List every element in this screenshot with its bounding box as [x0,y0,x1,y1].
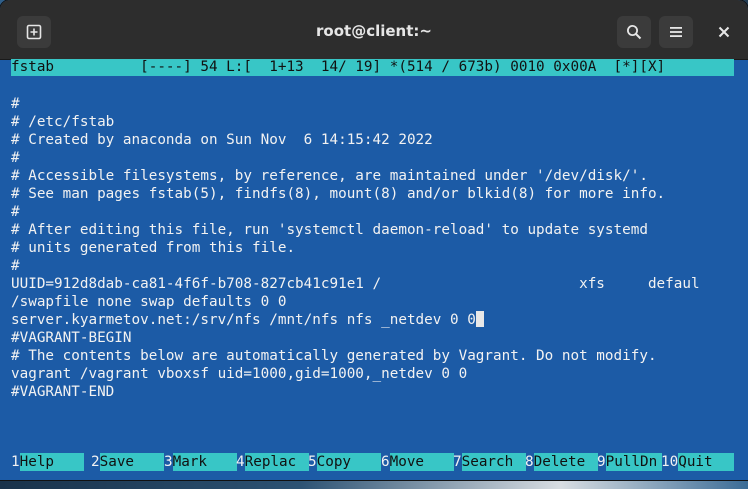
editor-status-line: fstab [----] 54 L:[ 1+13 14/ 19] *(514 /… [11,59,734,76]
editor-line-6[interactable]: # Accessible filesystems, by reference, … [11,167,648,185]
editor-line-11[interactable]: # [11,257,20,275]
current-line-text: server.kyarmetov.net:/srv/nfs /mnt/nfs n… [11,312,476,328]
editor-line-18[interactable]: #VAGRANT-END [11,383,114,401]
fkey-delete[interactable]: 8Delete [525,453,598,471]
fkey-copy[interactable]: 5Copy [308,453,381,471]
fkey-pulldown[interactable]: 9PullDn [597,453,662,471]
close-icon [718,26,730,38]
terminal-window: root@client:~ fstab [----] 54 L:[ 1+13 1… [0,0,748,480]
desktop-background-bottom [0,479,748,489]
fkey-save[interactable]: 2Save [91,453,164,471]
editor-line-13[interactable]: /swapfile none swap defaults 0 0 [11,293,286,311]
editor-line-15[interactable]: #VAGRANT-BEGIN [11,329,132,347]
text-cursor [475,311,484,327]
editor-line-17[interactable]: vagrant /vagrant vboxsf uid=1000,gid=100… [11,365,467,383]
editor-line-3[interactable]: # /etc/fstab [11,113,114,131]
editor-line-16[interactable]: # The contents below are automatically g… [11,347,657,365]
fkey-search[interactable]: 7Search [453,453,526,471]
fkey-quit[interactable]: 10Quit [661,453,735,471]
fkey-move[interactable]: 6Move [381,453,454,471]
close-button[interactable] [707,16,741,48]
titlebar: root@client:~ [0,0,748,60]
editor-line-7[interactable]: # See man pages fstab(5), findfs(8), mou… [11,185,665,203]
editor-line-14-current[interactable]: server.kyarmetov.net:/srv/nfs /mnt/nfs n… [11,311,484,329]
search-button[interactable] [617,16,651,48]
menu-button[interactable] [659,16,693,48]
editor-line-8[interactable]: # [11,203,20,221]
hamburger-menu-icon [670,27,682,37]
editor-line-5[interactable]: # [11,149,20,167]
editor-line-10[interactable]: # units generated from this file. [11,239,295,257]
fkey-replace[interactable]: 4Replac [236,453,309,471]
editor-line-12[interactable]: UUID=912d8dab-ca81-4f6f-b708-827cb41c91e… [11,275,700,293]
fkey-mark[interactable]: 3Mark [164,453,237,471]
function-key-bar: 1Help 2Save 3Mark 4Replac 5Copy 6Move 7S… [11,453,735,471]
terminal-editor[interactable]: fstab [----] 54 L:[ 1+13 14/ 19] *(514 /… [11,59,735,480]
editor-line-2[interactable]: # [11,95,20,113]
editor-line-9[interactable]: # After editing this file, run 'systemct… [11,221,648,239]
search-icon [627,25,642,40]
editor-line-4[interactable]: # Created by anaconda on Sun Nov 6 14:15… [11,131,433,149]
fkey-help[interactable]: 1Help [11,453,84,471]
